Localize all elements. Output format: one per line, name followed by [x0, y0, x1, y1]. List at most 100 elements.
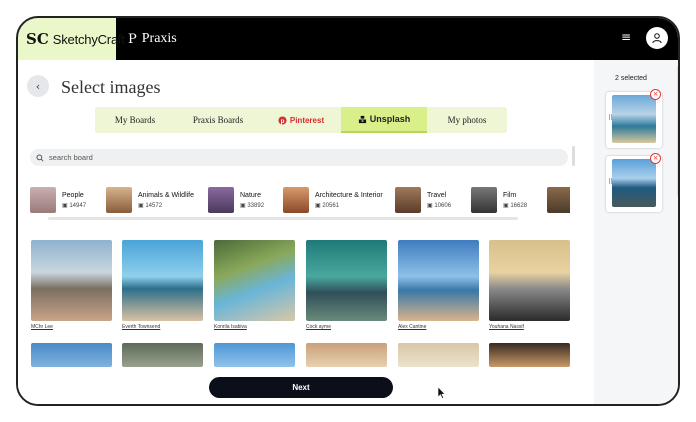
- category-carousel: People ▣ 14947 Animals & Wildlife ▣ 14572 …: [30, 186, 570, 216]
- category-name: Architecture & Interior: [315, 191, 383, 199]
- photo-image: [489, 343, 570, 367]
- sketchycraft-logo-icon: SC: [26, 30, 49, 48]
- user-icon: [652, 33, 662, 44]
- tab-label: Unsplash: [369, 114, 411, 124]
- category-thumbnail: [106, 187, 132, 213]
- sketchycraft-logo[interactable]: SC SketchyCraft: [18, 18, 125, 60]
- tab-label: My photos: [447, 115, 487, 125]
- svg-text:p: p: [280, 117, 284, 124]
- category-travel[interactable]: Travel ▣ 10606: [395, 186, 452, 214]
- top-navigation-bar: SC SketchyCraft P Praxis ≡: [18, 18, 678, 60]
- selected-image-item[interactable]: ⠿ ×: [606, 153, 662, 212]
- praxis-logo-icon: P: [128, 31, 137, 47]
- category-count-value: 10606: [434, 202, 452, 209]
- photo-tile[interactable]: [214, 240, 295, 321]
- close-icon[interactable]: ×: [650, 89, 661, 100]
- photo-tile[interactable]: [489, 240, 570, 321]
- category-count-value: 14572: [145, 202, 163, 209]
- selected-sidebar: 2 selected ⠿ × ⠿ ×: [594, 60, 678, 404]
- pinterest-icon: p: [278, 115, 287, 124]
- next-button[interactable]: Next: [209, 377, 393, 398]
- tab-praxis-boards[interactable]: Praxis Boards: [175, 107, 261, 133]
- category-thumbnail: [395, 187, 421, 213]
- chevron-left-icon: ‹: [35, 79, 41, 93]
- category-film[interactable]: Film ▣ 16628: [471, 186, 528, 214]
- category-count-value: 14947: [69, 202, 87, 209]
- mouse-cursor-icon: [438, 387, 446, 399]
- category-count: ▣ 20561: [315, 202, 340, 209]
- category-nature[interactable]: Nature ▣ 33892: [208, 186, 265, 214]
- category-architecture-interior[interactable]: Architecture & Interior ▣ 20561: [283, 186, 383, 214]
- photo-image: [306, 343, 387, 367]
- photo-image: [31, 240, 112, 321]
- category-people[interactable]: People ▣ 14947: [30, 186, 87, 214]
- hamburger-icon[interactable]: ≡: [621, 31, 633, 43]
- photo-image: [122, 343, 203, 367]
- category-count-value: 33892: [247, 202, 265, 209]
- category-partial[interactable]: [547, 186, 570, 214]
- photo-image: [31, 343, 112, 367]
- photo-tile[interactable]: [122, 240, 203, 321]
- selected-count: 2 selected: [615, 75, 647, 82]
- photo-tile[interactable]: [306, 343, 387, 367]
- photo-tile[interactable]: [398, 240, 479, 321]
- tab-unsplash[interactable]: Unsplash: [341, 107, 427, 133]
- tab-label: My Boards: [114, 115, 156, 125]
- category-scrollbar[interactable]: [48, 217, 518, 220]
- scrollbar[interactable]: [572, 146, 575, 166]
- photo-image: [122, 240, 203, 321]
- photo-image: [489, 240, 570, 321]
- category-animals-wildlife[interactable]: Animals & Wildlife ▣ 14572: [106, 186, 195, 214]
- close-icon[interactable]: ×: [650, 153, 661, 164]
- photo-credit-link[interactable]: Youhana Nassif: [489, 324, 524, 330]
- praxis-name: Praxis: [141, 31, 177, 46]
- search-placeholder: search board: [49, 153, 93, 162]
- category-thumbnail: [30, 187, 56, 213]
- category-count: ▣ 10606: [427, 202, 452, 209]
- photo-credit-link[interactable]: Cock ayme: [306, 324, 331, 330]
- device-frame: SC SketchyCraft P Praxis ≡ ‹ Select imag…: [0, 0, 696, 422]
- praxis-logo[interactable]: P Praxis: [128, 18, 177, 60]
- tab-label: Pinterest: [289, 115, 325, 125]
- category-name: Travel: [427, 191, 447, 199]
- app-window: SC SketchyCraft P Praxis ≡ ‹ Select imag…: [16, 16, 680, 406]
- category-name: People: [62, 191, 84, 199]
- page-title: Select images: [61, 77, 161, 97]
- search-board-input[interactable]: search board: [30, 149, 568, 166]
- category-name: Film: [503, 191, 517, 199]
- photo-credit-link[interactable]: Alex Cantine: [398, 324, 426, 330]
- selected-image: [612, 95, 656, 143]
- photo-tile[interactable]: [489, 343, 570, 367]
- photo-image: [306, 240, 387, 321]
- photo-credit-link[interactable]: Konrila Isabiva: [214, 324, 247, 330]
- photo-tile[interactable]: [398, 343, 479, 367]
- photo-tile[interactable]: [31, 343, 112, 367]
- photo-image: [398, 240, 479, 321]
- category-count: ▣ 14572: [138, 202, 163, 209]
- category-thumbnail: [471, 187, 497, 213]
- tab-my-photos[interactable]: My photos: [427, 107, 507, 133]
- photo-tile[interactable]: [31, 240, 112, 321]
- back-button[interactable]: ‹: [27, 75, 49, 97]
- photo-image: [398, 343, 479, 367]
- photo-tile[interactable]: [122, 343, 203, 367]
- photo-tile[interactable]: [214, 343, 295, 367]
- category-name: Animals & Wildlife: [138, 191, 195, 199]
- tab-pinterest[interactable]: p Pinterest: [261, 107, 341, 133]
- category-count-value: 16628: [510, 202, 528, 209]
- user-avatar-button[interactable]: [646, 27, 668, 49]
- sidebar-scrollbar[interactable]: [677, 66, 678, 196]
- source-tabs: My Boards Praxis Boards p Pinterest Unsp…: [95, 107, 507, 133]
- selected-image-item[interactable]: ⠿ ×: [606, 89, 662, 148]
- category-count: ▣ 14947: [62, 202, 87, 209]
- sketchycraft-name: SketchyCraft: [52, 31, 125, 47]
- main-content: ‹ Select images My Boards Praxis Boards …: [18, 60, 594, 404]
- selected-image: [612, 159, 656, 207]
- photo-tile[interactable]: [306, 240, 387, 321]
- photo-image: [214, 343, 295, 367]
- photo-credit-link[interactable]: MChr Lee: [31, 324, 53, 330]
- category-thumbnail: [208, 187, 234, 213]
- photo-image: [214, 240, 295, 321]
- photo-credit-link[interactable]: Everth Townsend: [122, 324, 160, 330]
- tab-my-boards[interactable]: My Boards: [95, 107, 175, 133]
